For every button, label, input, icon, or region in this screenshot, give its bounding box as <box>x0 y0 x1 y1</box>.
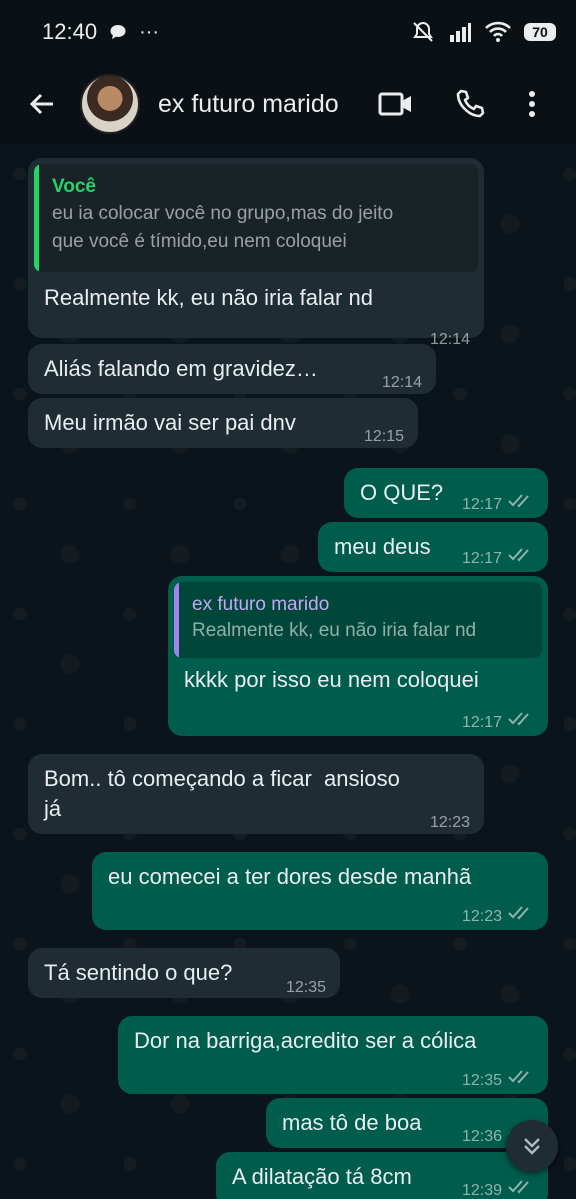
message-text: eu comecei a ter dores desde manhã <box>108 864 472 889</box>
message-time: 12:39 <box>461 1182 502 1199</box>
status-time: 12:40 <box>42 19 98 44</box>
status-right: 70 <box>410 19 556 45</box>
outgoing-message[interactable]: A dilatação tá 8cm 12:39 <box>216 1152 548 1199</box>
scroll-to-bottom-button[interactable] <box>506 1120 558 1172</box>
contact-avatar[interactable] <box>80 74 140 134</box>
message-text: Realmente kk, eu não iria falar nd <box>44 285 373 310</box>
kebab-menu-icon <box>529 91 535 117</box>
message-time: 12:35 <box>461 1072 502 1089</box>
message-text: Meu irmão vai ser pai dnv <box>44 410 296 435</box>
outgoing-message[interactable]: ex futuro marido Realmente kk, eu não ir… <box>168 576 548 736</box>
message-time: 12:35 <box>285 979 326 996</box>
message-text: O QUE? <box>360 480 444 505</box>
status-left: 12:40 ··· <box>42 19 159 45</box>
outgoing-message[interactable]: O QUE? 12:17 <box>344 468 548 518</box>
quote-text: Realmente kk, eu não iria falar nd <box>192 620 477 641</box>
quote-author: Você <box>52 176 97 197</box>
back-arrow-icon <box>29 93 53 115</box>
more-options-button[interactable] <box>512 84 552 124</box>
outgoing-message[interactable]: eu comecei a ter dores desde manhã 12:23 <box>92 852 548 930</box>
message-time: 12:14 <box>429 331 470 348</box>
message-time: 12:17 <box>461 496 502 513</box>
outgoing-message[interactable]: Dor na barriga,acredito ser a cólica 12:… <box>118 1016 548 1094</box>
message-time: 12:15 <box>363 428 404 445</box>
status-bar: 12:40 ··· 70 <box>0 0 576 64</box>
read-ticks-icon <box>508 906 529 920</box>
read-ticks-icon <box>508 712 529 726</box>
quote-text: eu ia colocar você no grupo,mas do jeito… <box>52 203 394 252</box>
double-chevron-down-icon <box>524 1138 540 1155</box>
message-text: Dor na barriga,acredito ser a cólica <box>134 1028 477 1053</box>
do-not-disturb-icon <box>413 21 433 42</box>
read-ticks-icon <box>508 494 529 508</box>
message-time: 12:23 <box>429 814 470 831</box>
read-ticks-icon <box>508 1180 529 1194</box>
chat-header: ex futuro marido <box>0 64 576 144</box>
chat-bubble-notification-icon <box>110 25 126 39</box>
read-ticks-icon <box>508 548 529 562</box>
message-time: 12:36 <box>461 1128 502 1145</box>
message-text: Aliás falando em gravidez… <box>44 356 318 381</box>
message-time: 12:14 <box>381 374 422 391</box>
contact-name[interactable]: ex futuro marido <box>158 90 350 119</box>
message-time: 12:17 <box>461 714 502 731</box>
message-text: Tá sentindo o que? <box>44 960 233 985</box>
message-time: 12:23 <box>461 908 502 925</box>
video-camera-icon <box>378 92 411 116</box>
quoted-message[interactable]: ex futuro marido Realmente kk, eu não ir… <box>174 582 542 658</box>
back-button[interactable] <box>22 84 62 124</box>
more-notifications-icon: ··· <box>139 20 160 43</box>
message-time: 12:17 <box>461 550 502 567</box>
voice-call-button[interactable] <box>450 84 490 124</box>
message-text: kkkk por isso eu nem coloquei <box>184 667 479 692</box>
incoming-message[interactable]: Aliás falando em gravidez… 12:14 <box>28 344 436 394</box>
outgoing-message[interactable]: meu deus 12:17 <box>318 522 548 572</box>
wifi-icon <box>485 21 511 42</box>
message-list[interactable]: Você eu ia colocar você no grupo,mas do … <box>0 144 576 1199</box>
incoming-message[interactable]: Você eu ia colocar você no grupo,mas do … <box>28 158 484 348</box>
signal-icon <box>450 23 471 42</box>
read-ticks-icon <box>508 1070 529 1084</box>
phone-icon <box>456 89 485 118</box>
incoming-message[interactable]: Tá sentindo o que? 12:35 <box>28 948 340 998</box>
message-text: A dilatação tá 8cm <box>232 1164 412 1189</box>
quote-author: ex futuro marido <box>192 594 330 615</box>
video-call-button[interactable] <box>376 84 416 124</box>
quoted-message[interactable]: Você eu ia colocar você no grupo,mas do … <box>34 164 478 272</box>
incoming-message[interactable]: Meu irmão vai ser pai dnv 12:15 <box>28 398 418 448</box>
incoming-message[interactable]: Bom.. tô começando a ficar ansioso já 12… <box>28 754 484 834</box>
message-text: Bom.. tô começando a ficar ansioso já <box>44 766 400 821</box>
message-text: mas tô de boa <box>282 1110 422 1135</box>
message-text: meu deus <box>334 534 431 559</box>
battery-level: 70 <box>524 23 556 41</box>
